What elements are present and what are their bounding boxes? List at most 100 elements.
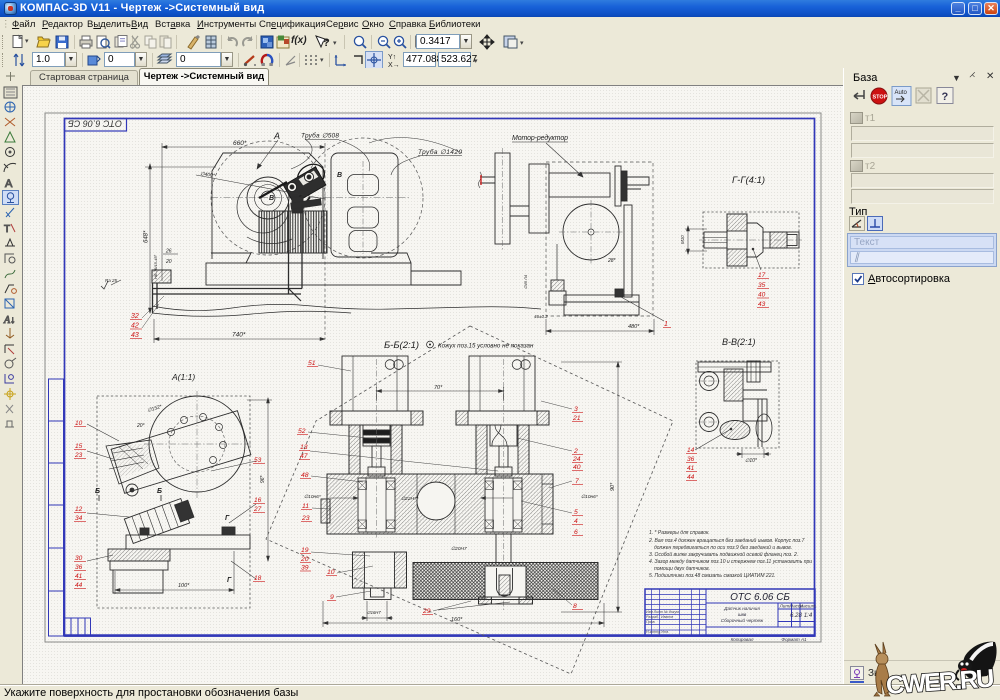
svg-text:А: А: [273, 131, 280, 141]
svg-text:швв: швв: [738, 612, 747, 617]
svg-text:Б-Б(2:1): Б-Б(2:1): [384, 340, 419, 351]
svg-text:∅10н6*: ∅10н6*: [304, 494, 321, 500]
svg-text:23: 23: [301, 515, 310, 522]
svg-text:8: 8: [573, 603, 577, 610]
svg-text:32: 32: [131, 313, 139, 320]
svg-text:30: 30: [75, 555, 83, 562]
svg-text:М10: М10: [680, 235, 685, 244]
svg-text:27: 27: [253, 506, 262, 513]
svg-text:помощи двух датчиков.: помощи двух датчиков.: [654, 566, 710, 572]
svg-text:?: ?: [323, 37, 330, 49]
svg-text:9: 9: [330, 594, 334, 601]
svg-text:20°: 20°: [136, 423, 145, 429]
svg-text:648*: 648*: [144, 230, 150, 243]
svg-text:?: ?: [942, 91, 949, 103]
svg-text:В-В(2:1): В-В(2:1): [722, 337, 756, 347]
svg-text:40: 40: [758, 292, 766, 299]
svg-text:1:4: 1:4: [804, 613, 813, 619]
svg-text:20: 20: [300, 556, 309, 563]
svg-text:41: 41: [687, 465, 695, 472]
svg-text:∅45 Л4: ∅45 Л4: [523, 274, 528, 289]
svg-text:740*: 740*: [232, 332, 246, 339]
svg-text:Г: Г: [225, 515, 230, 522]
svg-text:Ra 25: Ra 25: [105, 278, 118, 283]
svg-text:Б: Б: [157, 488, 162, 495]
svg-text:CWER.RU: CWER.RU: [885, 665, 994, 700]
svg-text:∅400*: ∅400*: [200, 171, 216, 179]
svg-text:15: 15: [75, 443, 83, 450]
svg-text:∅22Н7*: ∅22Н7*: [401, 496, 419, 502]
svg-text:52: 52: [298, 428, 306, 435]
svg-text:5. Подшипники поз.48 смазать с: 5. Подшипники поз.48 смазать смазкой ЦИА…: [649, 572, 776, 579]
svg-text:20: 20: [165, 259, 172, 265]
svg-text:6.28: 6.28: [790, 613, 802, 619]
svg-text:Утв.: Утв.: [661, 630, 669, 634]
svg-text:28*: 28*: [607, 258, 617, 264]
svg-text:1: 1: [664, 321, 668, 328]
svg-text:∅10н6*: ∅10н6*: [581, 494, 598, 500]
svg-text:70*: 70*: [434, 385, 443, 391]
svg-text:16: 16: [254, 497, 262, 504]
svg-text:∅10*: ∅10*: [745, 458, 758, 464]
svg-text:100*: 100*: [178, 583, 190, 589]
svg-text:46±0.2: 46±0.2: [534, 314, 548, 319]
svg-text:6: 6: [574, 529, 578, 536]
svg-text:48: 48: [301, 472, 309, 479]
svg-text:51: 51: [308, 360, 316, 367]
svg-text:Труба ∅508: Труба ∅508: [301, 132, 339, 140]
svg-text:Копировал: Копировал: [731, 637, 754, 642]
svg-text:Б: Б: [95, 488, 100, 495]
svg-text:40: 40: [573, 464, 581, 471]
svg-text:должен передвигаться по оси по: должен передвигаться по оси поз.9 без за…: [654, 544, 792, 551]
svg-text:18: 18: [254, 575, 262, 582]
svg-text:11: 11: [302, 503, 309, 510]
svg-text:160*: 160*: [451, 617, 463, 623]
svg-text:А(1:1): А(1:1): [171, 372, 195, 382]
svg-text:480*: 480*: [628, 324, 640, 330]
svg-text:23: 23: [74, 452, 83, 459]
svg-text:90*: 90*: [610, 482, 616, 491]
svg-text:17: 17: [758, 272, 766, 279]
svg-text:21: 21: [572, 415, 581, 422]
svg-text:3. Особой вилке закручивать по: 3. Особой вилке закручивать подвижной ос…: [649, 551, 798, 558]
svg-text:36: 36: [75, 564, 83, 571]
svg-text:41: 41: [75, 573, 83, 580]
svg-text:36: 36: [687, 456, 695, 463]
svg-text:42: 42: [131, 323, 139, 330]
svg-text:7: 7: [575, 478, 579, 485]
svg-text:В: В: [337, 172, 342, 179]
svg-text:2: 2: [573, 448, 578, 455]
svg-text:Y↑: Y↑: [388, 54, 396, 61]
svg-text:Датчик наличия: Датчик наличия: [723, 606, 760, 611]
svg-text:29: 29: [422, 608, 431, 615]
svg-text:T: T: [4, 224, 10, 235]
svg-text:Разраб.: Разраб.: [646, 615, 659, 619]
svg-text:В: В: [269, 195, 274, 202]
svg-text:10: 10: [327, 569, 335, 576]
svg-text:Масшт.: Масшт.: [799, 604, 817, 609]
svg-text:∅16Н7: ∅16Н7: [367, 610, 381, 615]
svg-text:24: 24: [572, 456, 581, 463]
svg-text:47: 47: [300, 453, 308, 460]
svg-text:Формат А1: Формат А1: [781, 637, 807, 642]
svg-text:Сборочный чертеж: Сборочный чертеж: [721, 617, 764, 623]
svg-text:5: 5: [574, 509, 578, 516]
svg-text:44: 44: [687, 474, 695, 481]
svg-text:44: 44: [75, 582, 83, 589]
svg-text:Пров.: Пров.: [646, 620, 655, 624]
svg-text:43: 43: [758, 301, 766, 308]
svg-text:43: 43: [131, 332, 139, 339]
svg-text:10: 10: [75, 420, 83, 427]
svg-text:Н.контр.: Н.контр.: [646, 630, 661, 634]
svg-text:НВ-78/15-45°: НВ-78/15-45°: [153, 254, 158, 279]
svg-text:2. Вал поз.4 должен вращаться: 2. Вал поз.4 должен вращаться без заедан…: [648, 537, 805, 544]
svg-text:Изм Лист № докум.: Изм Лист № докум.: [646, 610, 680, 614]
svg-text:A↓: A↓: [3, 315, 15, 326]
svg-text:Труба ∅1420: Труба ∅1420: [418, 148, 462, 156]
svg-text:39: 39: [301, 565, 309, 572]
svg-text:19: 19: [301, 547, 309, 554]
svg-text:A: A: [5, 178, 13, 190]
svg-text:Г: Г: [227, 577, 232, 584]
svg-text:Мотор-редуктор: Мотор-редуктор: [512, 134, 568, 142]
svg-text:35: 35: [758, 282, 766, 289]
